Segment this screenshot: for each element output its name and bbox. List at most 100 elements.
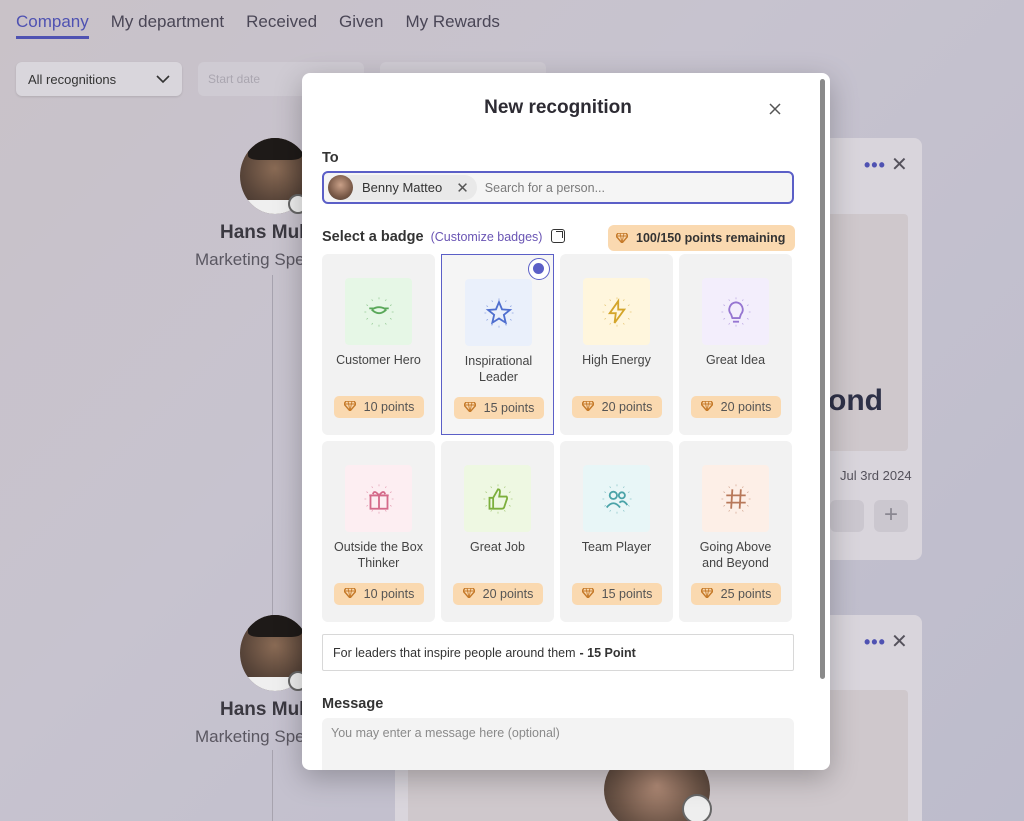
new-recognition-dialog: New recognition To Benny Matteo ✕ Select… (302, 73, 830, 770)
badge-points-text: 10 points (363, 587, 415, 601)
thumbs-up-icon (464, 465, 531, 532)
remove-recipient-icon[interactable]: ✕ (456, 179, 469, 197)
badge-points: 20 points (572, 396, 662, 418)
badge-name: Great Job (441, 539, 554, 555)
badge-name: Customer Hero (322, 352, 435, 368)
badge-name: Going Above and Beyond (679, 539, 792, 571)
badge-points-text: 25 points (720, 587, 772, 601)
badge-name: High Energy (560, 352, 673, 368)
badge-name: Great Idea (679, 352, 792, 368)
lightbulb-icon (702, 278, 769, 345)
badge-description-points: - 15 Point (579, 645, 636, 660)
badge-name: Inspirational Leader (442, 353, 555, 385)
selected-radio-icon[interactable] (528, 258, 550, 280)
badge-points-text: 20 points (720, 400, 772, 414)
add-icon[interactable]: + (874, 500, 908, 532)
badge-name-line: Team Player (581, 540, 652, 554)
badge-points-text: 15 points (601, 587, 653, 601)
diamond-icon (342, 400, 357, 414)
badge-tile-high-energy[interactable]: High Energy 20 points (560, 254, 673, 435)
badge-tile-great-job[interactable]: Great Job 20 points (441, 441, 554, 622)
diamond-icon (699, 400, 714, 414)
badge-points: 25 points (691, 583, 781, 605)
diamond-icon (699, 587, 714, 601)
points-remaining-text: 100/150 points remaining (636, 231, 786, 245)
badge-tile-great-idea[interactable]: Great Idea 20 points (679, 254, 792, 435)
top-tabs: Company My department Received Given My … (16, 12, 500, 39)
recipient-picker[interactable]: Benny Matteo ✕ (322, 171, 794, 204)
customize-badges-link[interactable]: (Customize badges) (431, 230, 543, 244)
diamond-icon (580, 587, 595, 601)
close-icon[interactable]: ✕ (891, 629, 908, 654)
person-search-input[interactable] (484, 180, 765, 195)
recognition-filter-select[interactable]: All recognitions (16, 62, 182, 96)
message-label: Message (322, 696, 384, 712)
badge-name-line: Customer Hero (336, 353, 421, 367)
card-date: Jul 3rd 2024 (840, 468, 912, 483)
open-external-icon[interactable] (551, 229, 566, 243)
badge-points: 15 points (454, 397, 544, 419)
badge-name-line: Great Job (470, 540, 525, 554)
badge-description: For leaders that inspire people around t… (322, 634, 794, 671)
close-dialog-icon[interactable] (768, 101, 782, 119)
hashtag-icon (702, 465, 769, 532)
recipient-chip[interactable]: Benny Matteo ✕ (328, 175, 477, 200)
tab-my-rewards[interactable]: My Rewards (405, 12, 499, 39)
tab-my-department[interactable]: My department (111, 12, 224, 39)
more-options-icon[interactable]: ••• (864, 632, 886, 653)
badge-name-line: Leader (479, 370, 518, 384)
diamond-icon (580, 400, 595, 414)
diamond-icon (462, 401, 477, 415)
dialog-title: New recognition (484, 97, 632, 118)
badge-name-line: Inspirational (464, 354, 533, 368)
people-icon (583, 465, 650, 532)
more-options-icon[interactable]: ••• (864, 155, 886, 176)
diamond-icon (461, 587, 476, 601)
badge-points: 10 points (334, 583, 424, 605)
to-label: To (322, 150, 339, 166)
gift-box-icon (345, 465, 412, 532)
lightning-icon (583, 278, 650, 345)
badge-points-text: 10 points (363, 400, 415, 414)
message-textarea[interactable] (322, 718, 794, 770)
diamond-icon (342, 587, 357, 601)
badge-points: 20 points (691, 396, 781, 418)
badge-tile-inspirational[interactable]: Inspirational Leader 15 points (441, 254, 554, 435)
avatar (328, 175, 353, 200)
points-remaining-badge: 100/150 points remaining (608, 225, 796, 251)
badge-name-line: Going Above (699, 540, 772, 554)
start-date-placeholder: Start date (208, 72, 261, 86)
badge-points-text: 20 points (601, 400, 653, 414)
banner-text: ond (828, 384, 883, 417)
chevron-down-icon (156, 72, 170, 87)
badge-name: Team Player (560, 539, 673, 555)
badge-name-line: High Energy (582, 353, 651, 367)
badge-name: Outside the Box Thinker (322, 539, 435, 571)
badge-name-line: Outside the Box (334, 540, 423, 554)
select-badge-label: Select a badge (322, 229, 424, 245)
badge-points: 20 points (453, 583, 543, 605)
timeline-line (272, 750, 273, 821)
badge-points: 10 points (334, 396, 424, 418)
badge-tile-team-player[interactable]: Team Player 15 points (560, 441, 673, 622)
tab-received[interactable]: Received (246, 12, 317, 39)
badge-name-line: Thinker (357, 556, 400, 570)
select-badge-heading: Select a badge (Customize badges) (322, 229, 566, 245)
badge-tile-customer-hero[interactable]: Customer Hero 10 points (322, 254, 435, 435)
tab-company[interactable]: Company (16, 12, 89, 39)
badge-tile-going-above[interactable]: Going Above and Beyond 25 points (679, 441, 792, 622)
badge-points-text: 15 points (483, 401, 535, 415)
badge-name-line: Great Idea (705, 353, 766, 367)
reaction-box[interactable] (830, 500, 864, 532)
badge-points: 15 points (572, 583, 662, 605)
close-icon[interactable]: ✕ (891, 152, 908, 177)
badge-description-text: For leaders that inspire people around t… (333, 645, 576, 660)
recipient-name: Benny Matteo (362, 180, 443, 195)
handshake-icon (345, 278, 412, 345)
diamond-icon (616, 233, 628, 243)
badge-points-text: 20 points (482, 587, 534, 601)
recognition-filter-value: All recognitions (28, 71, 117, 87)
dialog-scrollbar[interactable] (820, 79, 825, 679)
badge-tile-outside-the-box[interactable]: Outside the Box Thinker 10 points (322, 441, 435, 622)
tab-given[interactable]: Given (339, 12, 383, 39)
